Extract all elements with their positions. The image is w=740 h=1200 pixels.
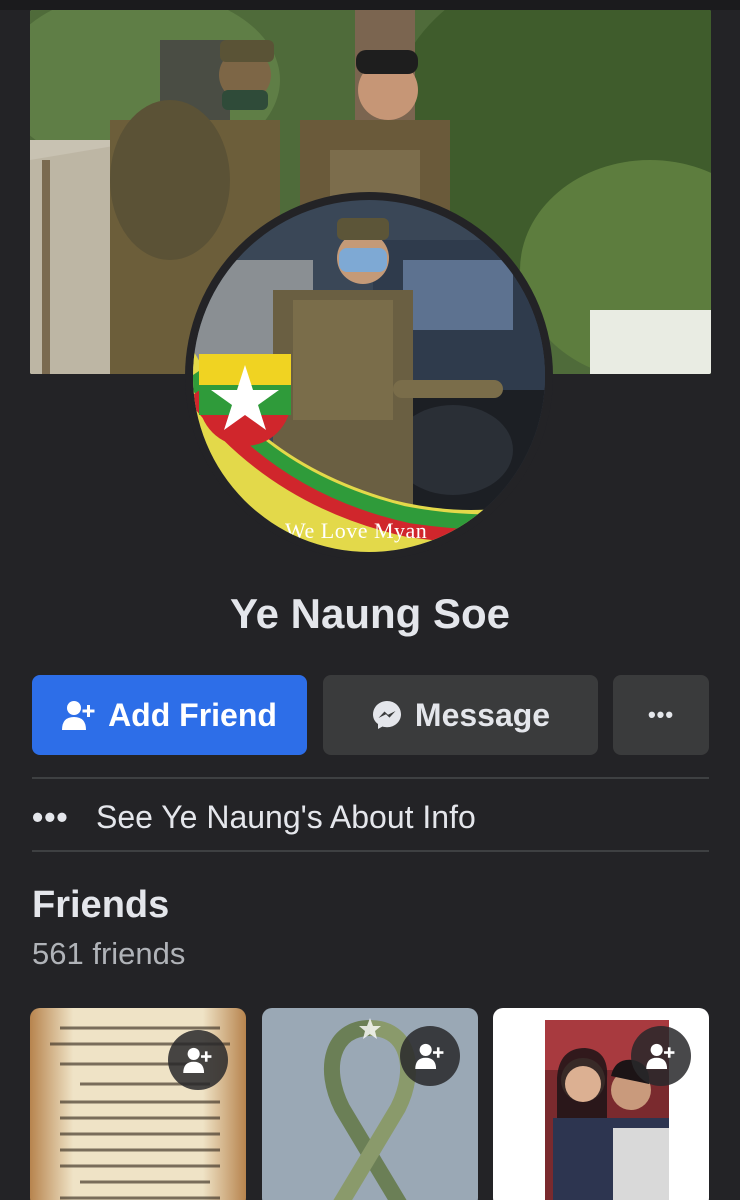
profile-picture-image bbox=[193, 200, 545, 552]
profile-picture-caption: We Love Myan bbox=[285, 518, 428, 543]
friends-count: 561 friends bbox=[32, 936, 186, 971]
more-options-button[interactable]: ••• bbox=[613, 675, 709, 755]
friends-section-title: Friends bbox=[32, 884, 170, 926]
add-friend-icon bbox=[62, 700, 96, 730]
message-button[interactable]: Message bbox=[323, 675, 598, 755]
profile-picture[interactable]: We Love Myan bbox=[193, 200, 545, 552]
friend-card[interactable] bbox=[493, 1008, 709, 1200]
more-options-icon: ••• bbox=[647, 702, 675, 727]
friend-card[interactable] bbox=[30, 1008, 246, 1200]
add-friend-button[interactable]: Add Friend bbox=[32, 675, 307, 755]
divider bbox=[32, 777, 709, 779]
friend-card[interactable] bbox=[262, 1008, 478, 1200]
divider bbox=[32, 850, 709, 852]
add-friend-label: Add Friend bbox=[108, 696, 277, 733]
add-friend-badge[interactable] bbox=[400, 1026, 460, 1086]
add-friend-icon bbox=[415, 1043, 444, 1069]
profile-picture-ring[interactable]: We Love Myan bbox=[185, 192, 553, 560]
messenger-icon bbox=[371, 699, 403, 731]
add-friend-badge[interactable] bbox=[168, 1030, 228, 1090]
about-info-link[interactable]: ••• See Ye Naung's About Info bbox=[32, 790, 709, 844]
about-info-label: See Ye Naung's About Info bbox=[96, 798, 476, 835]
add-friend-icon bbox=[646, 1043, 675, 1069]
add-friend-icon bbox=[183, 1047, 212, 1073]
more-dots-icon: ••• bbox=[32, 799, 69, 835]
profile-name: Ye Naung Soe bbox=[229, 590, 511, 637]
message-label: Message bbox=[414, 696, 551, 733]
top-status-strip bbox=[0, 0, 740, 10]
add-friend-badge[interactable] bbox=[631, 1026, 691, 1086]
